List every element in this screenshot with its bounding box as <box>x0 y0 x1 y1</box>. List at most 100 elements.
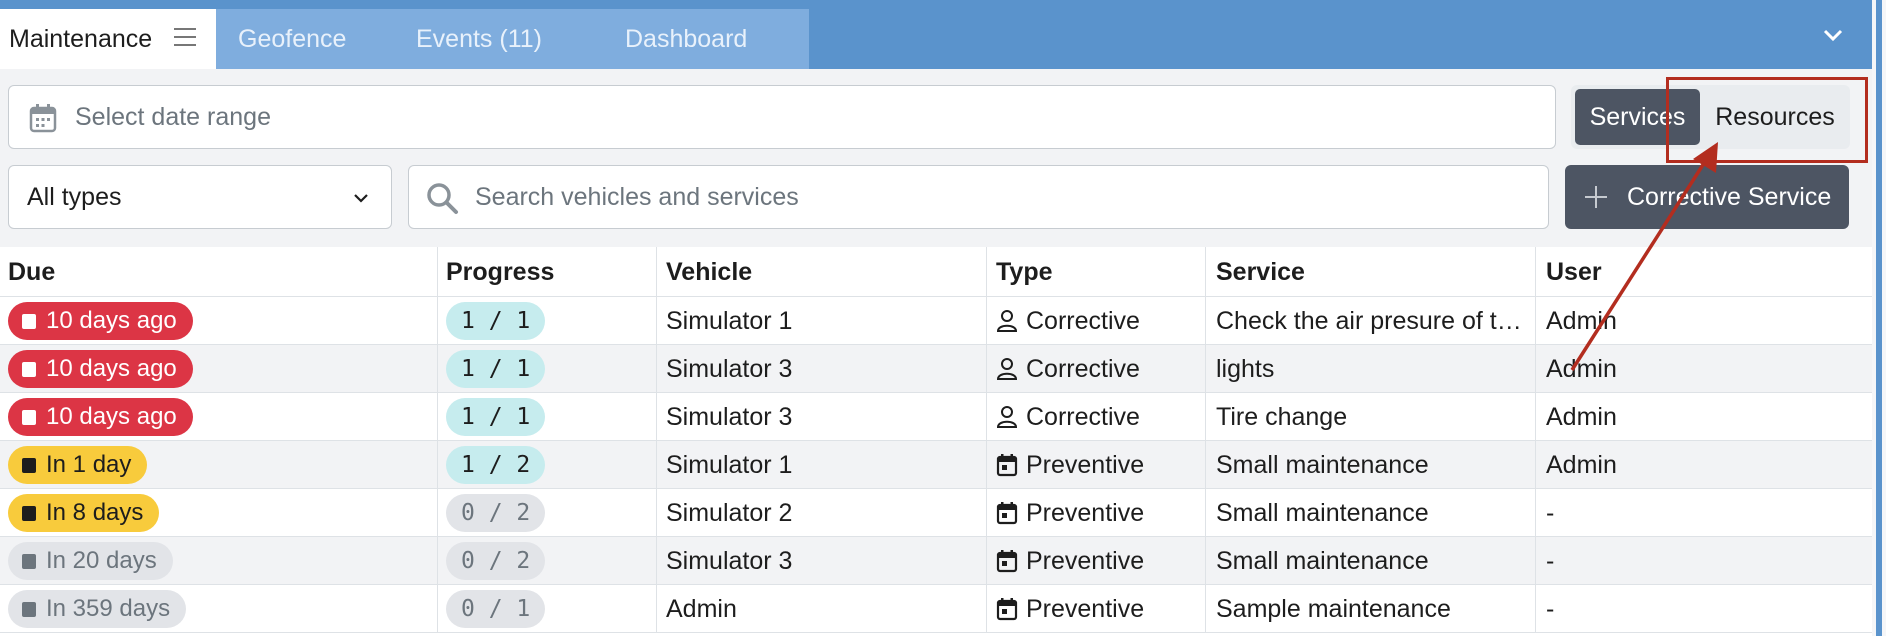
vehicle-name: Admin <box>666 594 737 623</box>
due-text: In 359 days <box>46 595 171 622</box>
service-cell: lights <box>1206 345 1536 393</box>
user-cell: Admin <box>1536 441 1872 489</box>
progress-badge: 0 / 2 <box>446 542 546 580</box>
type-cell: Corrective <box>987 393 1206 441</box>
due-text: 10 days ago <box>46 355 177 382</box>
table-row[interactable]: In 359 days 0 / 1 Admin Preventive Sample ma… <box>0 585 1872 633</box>
service-name: Small maintenance <box>1216 450 1429 479</box>
vehicle-name: Simulator 1 <box>666 306 793 335</box>
table-row[interactable]: In 8 days 0 / 2 Simulator 2 Preventive Small… <box>0 489 1872 537</box>
hamburger-icon[interactable] <box>174 28 196 46</box>
type-cell: Preventive <box>987 537 1206 585</box>
user-name: Admin <box>1546 354 1617 383</box>
user-cell: - <box>1536 537 1872 585</box>
date-range-input[interactable] <box>75 98 1515 136</box>
calendar-icon <box>22 601 36 617</box>
add-corrective-service-button[interactable]: Corrective Service <box>1565 165 1849 229</box>
tab-label: Dashboard <box>625 24 748 53</box>
search-icon <box>427 183 458 214</box>
calendar-icon <box>22 361 36 377</box>
calendar-icon <box>996 598 1018 621</box>
due-badge: In 359 days <box>8 590 187 628</box>
table-row[interactable]: In 20 days 0 / 2 Simulator 3 Preventive Smal… <box>0 537 1872 585</box>
vehicle-cell: Simulator 3 <box>657 345 987 393</box>
service-cell: Tire change <box>1206 393 1536 441</box>
due-text: In 8 days <box>46 499 144 526</box>
vehicle-cell: Simulator 1 <box>657 441 987 489</box>
chevron-down-icon <box>354 194 368 203</box>
table-row[interactable]: 10 days ago 1 / 1 Simulator 3 Corrective lig… <box>0 345 1872 393</box>
table-row[interactable]: In 1 day 1 / 2 Simulator 1 Preventive Small … <box>0 441 1872 489</box>
due-badge: 10 days ago <box>8 302 193 340</box>
service-name: Sample maintenance <box>1216 594 1451 623</box>
service-name: Small maintenance <box>1216 498 1429 527</box>
type-select-value: All types <box>27 182 122 211</box>
user-cell: - <box>1536 489 1872 537</box>
type-cell: Preventive <box>987 489 1206 537</box>
type-cell: Preventive <box>987 585 1206 633</box>
progress-cell: 1 / 2 <box>438 441 657 489</box>
service-name: Small maintenance <box>1216 546 1429 575</box>
user-cell: Admin <box>1536 393 1872 441</box>
filter-panel: Services Resources All types Corrective … <box>0 69 1872 247</box>
type-select[interactable]: All types <box>8 165 392 229</box>
search-input[interactable] <box>475 178 1515 216</box>
vehicle-cell: Simulator 2 <box>657 489 987 537</box>
progress-badge: 0 / 2 <box>446 494 546 532</box>
type-label: Corrective <box>1026 354 1140 383</box>
progress-badge: 0 / 1 <box>446 590 546 628</box>
search-field[interactable] <box>408 165 1549 229</box>
calendar-icon <box>22 313 36 329</box>
table-row[interactable]: 10 days ago 1 / 1 Simulator 3 Corrective Tir… <box>0 393 1872 441</box>
column-header-service[interactable]: Service <box>1206 247 1536 297</box>
due-badge: 10 days ago <box>8 398 193 436</box>
column-header-vehicle[interactable]: Vehicle <box>657 247 987 297</box>
person-icon <box>996 406 1018 428</box>
user-name: - <box>1546 594 1555 623</box>
tab-bar: Geofence Events (11) Dashboard Maintenan… <box>0 0 1872 69</box>
user-cell: Admin <box>1536 297 1872 345</box>
due-badge: In 20 days <box>8 542 173 580</box>
tab-events[interactable]: Events (11) <box>393 9 593 69</box>
calendar-icon <box>996 502 1018 525</box>
tab-geofence[interactable]: Geofence <box>216 9 409 69</box>
due-badge: In 8 days <box>8 494 160 532</box>
type-label: Preventive <box>1026 594 1145 623</box>
progress-badge: 1 / 2 <box>446 446 546 484</box>
type-cell: Preventive <box>987 441 1206 489</box>
annotation-highlight-box <box>1666 77 1868 163</box>
progress-cell: 1 / 1 <box>438 393 657 441</box>
due-text: In 20 days <box>46 547 157 574</box>
column-header-due[interactable]: Due <box>0 247 438 297</box>
calendar-icon <box>22 505 36 521</box>
vehicle-cell: Simulator 3 <box>657 393 987 441</box>
vehicle-name: Simulator 3 <box>666 402 793 431</box>
due-cell: 10 days ago <box>0 297 438 345</box>
chevron-down-icon[interactable] <box>1822 28 1844 42</box>
window-edge <box>1872 0 1886 636</box>
vehicle-name: Simulator 1 <box>666 450 793 479</box>
due-text: 10 days ago <box>46 307 177 334</box>
tab-dashboard[interactable]: Dashboard <box>593 9 809 69</box>
progress-cell: 0 / 1 <box>438 585 657 633</box>
column-header-user[interactable]: User <box>1536 247 1872 297</box>
user-cell: - <box>1536 585 1872 633</box>
vehicle-name: Simulator 3 <box>666 354 793 383</box>
service-cell: Check the air presure of the tires <box>1206 297 1536 345</box>
person-icon <box>996 358 1018 380</box>
service-cell: Small maintenance <box>1206 441 1536 489</box>
due-text: 10 days ago <box>46 403 177 430</box>
type-label: Preventive <box>1026 450 1145 479</box>
table-row[interactable]: 10 days ago 1 / 1 Simulator 1 Corrective Che… <box>0 297 1872 345</box>
due-cell: In 1 day <box>0 441 438 489</box>
date-range-field[interactable] <box>8 85 1556 149</box>
due-cell: In 20 days <box>0 537 438 585</box>
type-label: Corrective <box>1026 402 1140 431</box>
service-cell: Sample maintenance <box>1206 585 1536 633</box>
column-header-type[interactable]: Type <box>987 247 1206 297</box>
column-header-progress[interactable]: Progress <box>438 247 657 297</box>
type-label: Preventive <box>1026 498 1145 527</box>
user-name: Admin <box>1546 306 1617 335</box>
calendar-icon <box>22 457 36 473</box>
tab-label: Geofence <box>238 24 347 53</box>
